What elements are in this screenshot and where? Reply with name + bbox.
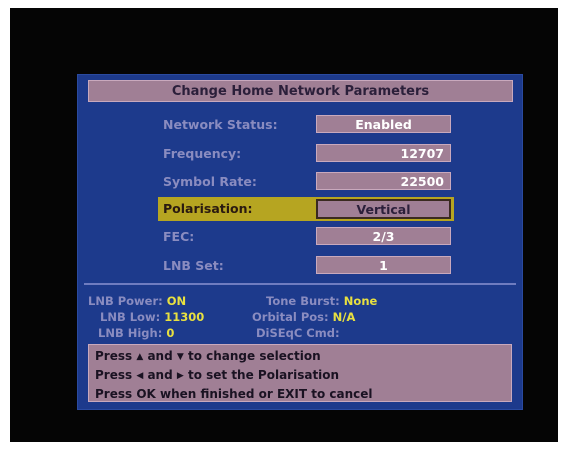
help-box: Press ▲ and ▼ to change selection Press … bbox=[88, 344, 512, 402]
fec-value[interactable]: 2/3 bbox=[316, 227, 451, 245]
field-network-status[interactable]: Network Status: Enabled bbox=[158, 115, 454, 135]
left-triangle-icon: ◀ bbox=[136, 371, 144, 381]
lnb-low-info: LNB Low: 11300 bbox=[100, 310, 204, 324]
help-text: Press bbox=[95, 368, 133, 382]
lnb-high-info: LNB High: 0 bbox=[98, 326, 174, 340]
up-triangle-icon: ▲ bbox=[136, 352, 144, 362]
help-text: Press bbox=[95, 349, 133, 363]
lnb-low-label: LNB Low: bbox=[100, 310, 161, 324]
settings-panel: Change Home Network Parameters Network S… bbox=[77, 74, 523, 410]
orbital-pos-info: Orbital Pos: N/A bbox=[252, 310, 355, 324]
field-label: Frequency: bbox=[163, 146, 242, 161]
field-lnb-set[interactable]: LNB Set: 1 bbox=[158, 256, 454, 276]
field-label: Network Status: bbox=[163, 117, 278, 132]
field-label: Polarisation: bbox=[163, 201, 253, 216]
right-triangle-icon: ▶ bbox=[176, 371, 184, 381]
field-polarisation[interactable]: Polarisation: Vertical bbox=[158, 197, 454, 221]
lnb-low-value: 11300 bbox=[164, 310, 205, 324]
dialog-title: Change Home Network Parameters bbox=[88, 80, 513, 102]
tone-burst-label: Tone Burst: bbox=[266, 294, 340, 308]
help-line-1: Press ▲ and ▼ to change selection bbox=[95, 347, 505, 366]
field-symbol-rate[interactable]: Symbol Rate: 22500 bbox=[158, 172, 454, 192]
diseqc-info: DiSEqC Cmd: bbox=[256, 326, 340, 340]
lnb-power-label: LNB Power: bbox=[88, 294, 163, 308]
frequency-value[interactable]: 12707 bbox=[316, 144, 451, 162]
tone-burst-info: Tone Burst: None bbox=[266, 294, 377, 308]
lnb-high-value: 0 bbox=[166, 326, 175, 340]
help-text: and bbox=[147, 368, 173, 382]
diseqc-label: DiSEqC Cmd: bbox=[256, 326, 340, 340]
help-text: to set the Polarisation bbox=[187, 368, 340, 382]
field-label: LNB Set: bbox=[163, 258, 224, 273]
tone-burst-value: None bbox=[343, 294, 378, 308]
polarisation-value[interactable]: Vertical bbox=[316, 199, 451, 219]
tv-screen: Change Home Network Parameters Network S… bbox=[10, 8, 558, 442]
field-frequency[interactable]: Frequency: 12707 bbox=[158, 144, 454, 164]
lnb-power-value: ON bbox=[166, 294, 187, 308]
help-text: to change selection bbox=[187, 349, 321, 363]
down-triangle-icon: ▼ bbox=[176, 352, 184, 362]
network-status-value[interactable]: Enabled bbox=[316, 115, 451, 133]
lnb-power-info: LNB Power: ON bbox=[88, 294, 186, 308]
orbital-pos-value: N/A bbox=[332, 310, 356, 324]
orbital-pos-label: Orbital Pos: bbox=[252, 310, 329, 324]
help-text: and bbox=[147, 349, 173, 363]
help-line-3: Press OK when finished or EXIT to cancel bbox=[95, 387, 373, 401]
help-line-2: Press ◀ and ▶ to set the Polarisation bbox=[95, 366, 505, 385]
field-fec[interactable]: FEC: 2/3 bbox=[158, 227, 454, 247]
lnb-high-label: LNB High: bbox=[98, 326, 163, 340]
field-label: Symbol Rate: bbox=[163, 174, 257, 189]
field-label: FEC: bbox=[163, 229, 195, 244]
lnb-set-value[interactable]: 1 bbox=[316, 256, 451, 274]
symbol-rate-value[interactable]: 22500 bbox=[316, 172, 451, 190]
divider bbox=[84, 283, 516, 285]
